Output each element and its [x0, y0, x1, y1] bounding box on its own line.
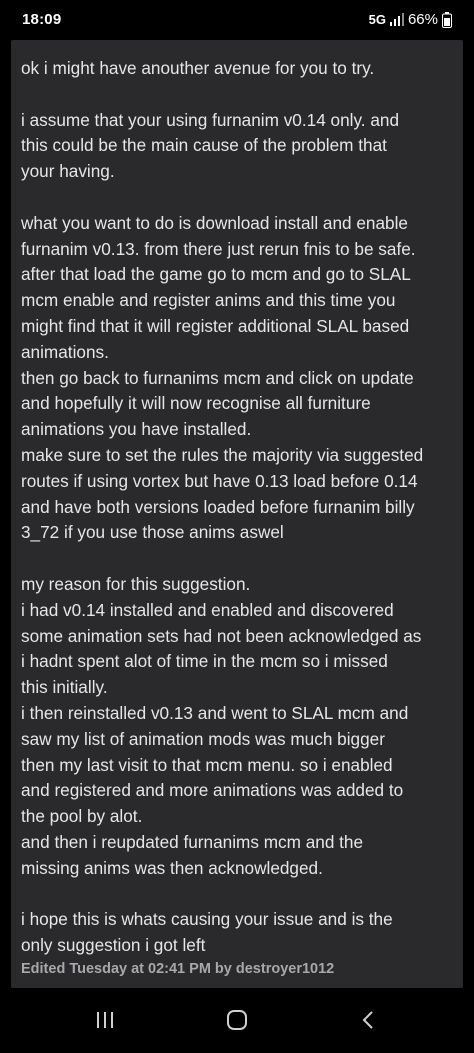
post-paragraph: i hope this is whats causing your issue …	[21, 907, 459, 959]
post-text-line: then go back to furnanims mcm and click …	[21, 367, 414, 388]
post-text-line: and then i reupdated furnanims mcm and t…	[21, 831, 364, 852]
battery-percent: 66%	[407, 11, 438, 28]
post-text-line: missing anims was then acknowledged.	[21, 857, 323, 878]
post-paragraph: my reason for this suggestion. i had v0.1…	[21, 572, 459, 882]
post-text-line: might find that it will register additio…	[21, 315, 410, 336]
post-text-line: and registered and more animations was a…	[21, 780, 404, 801]
post-text-line: this initially.	[21, 677, 108, 698]
post-text-line: i then reinstalled v0.13 and went to SLA…	[21, 702, 409, 723]
status-bar: 18:09 5G 66%	[0, 0, 474, 40]
post-text-line: animations.	[21, 341, 109, 362]
post-text-line: routes if using vortex but have 0.13 loa…	[21, 470, 418, 491]
post-text-line: saw my list of animation mods was much b…	[21, 728, 385, 749]
post-text-line: only suggestion i got left	[21, 935, 206, 956]
post-text-line: i had v0.14 installed and enabled and di…	[21, 599, 394, 620]
status-time: 18:09	[22, 11, 62, 28]
back-icon	[359, 1010, 379, 1035]
post-text-line: and have both versions loaded before fur…	[21, 496, 415, 517]
post-text-line: i hadnt spent alot of time in the mcm so…	[21, 651, 388, 672]
post-text-line: i assume that your using furnanim v0.14 …	[21, 109, 400, 130]
post-paragraph: ok i might have anouther avenue for you …	[21, 56, 459, 82]
post-text-line: the pool by alot.	[21, 806, 143, 827]
post-text-line: and hopefully it will now recognise all …	[21, 393, 371, 414]
recent-apps-button[interactable]	[87, 1004, 123, 1040]
post-text-line: after that load the game go to mcm and g…	[21, 264, 411, 285]
post-text-line: this could be the main cause of the prob…	[21, 135, 387, 156]
back-button[interactable]	[351, 1004, 387, 1040]
post-paragraph: i assume that your using furnanim v0.14 …	[21, 108, 459, 185]
post-text-line: what you want to do is download install …	[21, 212, 408, 233]
signal-icon	[389, 13, 404, 26]
post-text-line: mcm enable and register anims and this t…	[21, 290, 396, 311]
navigation-bar	[0, 990, 474, 1053]
post-text-line: your having.	[21, 161, 115, 182]
post-text-line: some animation sets had not been acknowl…	[21, 625, 422, 646]
post-body: ok i might have anouther avenue for you …	[21, 56, 459, 985]
network-type: 5G	[368, 12, 386, 27]
post-text-line: then my last visit to that mcm menu. so …	[21, 754, 393, 775]
post-paragraph: what you want to do is download install …	[21, 211, 459, 546]
forum-post: ok i might have anouther avenue for you …	[11, 40, 463, 988]
post-text-line: i hope this is whats causing your issue …	[21, 909, 393, 930]
post-text-line: make sure to set the rules the majority …	[21, 444, 424, 465]
post-text-line: animations you have installed.	[21, 419, 252, 440]
status-indicators: 5G 66%	[369, 11, 452, 28]
post-text-line: my reason for this suggestion.	[21, 573, 251, 594]
edited-note: Edited Tuesday at 02:41 PM by destroyer1…	[21, 961, 335, 977]
post-text-line: furnanim v0.13. from there just rerun fn…	[21, 238, 416, 259]
post-text-line: 3_72 if you use those anims aswel	[21, 522, 284, 543]
home-icon	[225, 1008, 249, 1037]
recent-apps-icon	[95, 1010, 115, 1035]
post-text-line: ok i might have anouther avenue for you …	[21, 58, 375, 78]
home-button[interactable]	[219, 1004, 255, 1040]
battery-icon	[442, 11, 452, 28]
